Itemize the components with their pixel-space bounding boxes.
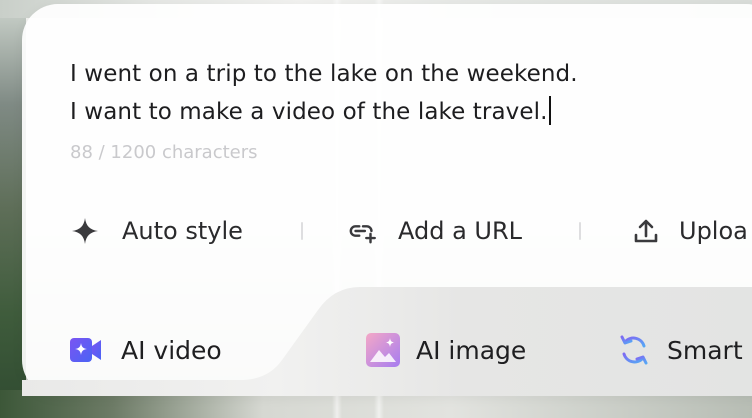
auto-style-button[interactable]: Auto style xyxy=(70,212,243,250)
video-camera-icon xyxy=(69,333,103,367)
option-divider xyxy=(579,222,581,240)
tab-smart[interactable]: Smart xyxy=(617,330,743,370)
text-caret xyxy=(548,96,551,125)
prompt-line: I went on a trip to the lake on the week… xyxy=(70,61,578,87)
tab-ai-image[interactable]: AI image xyxy=(366,330,526,370)
tab-smart-label: Smart xyxy=(667,335,743,365)
option-divider xyxy=(301,222,303,240)
auto-style-label: Auto style xyxy=(122,217,243,245)
image-icon xyxy=(366,333,400,367)
sparkle-icon xyxy=(70,216,100,246)
tab-ai-video[interactable]: AI video xyxy=(69,330,222,370)
prompt-line: I want to make a video of the lake trave… xyxy=(70,93,730,131)
add-url-button[interactable]: Add a URL xyxy=(348,212,522,250)
tab-ai-image-label: AI image xyxy=(416,335,527,365)
upload-label: Uploa xyxy=(679,217,748,245)
prompt-input[interactable]: I went on a trip to the lake on the week… xyxy=(70,55,730,131)
tab-ai-video-label: AI video xyxy=(121,335,222,365)
link-add-icon xyxy=(348,216,378,246)
add-url-label: Add a URL xyxy=(398,217,523,245)
upload-button[interactable]: Uploa xyxy=(631,212,748,250)
refresh-cycle-icon xyxy=(617,333,651,367)
character-counter: 88 / 1200 characters xyxy=(70,142,258,163)
upload-icon xyxy=(631,216,661,246)
